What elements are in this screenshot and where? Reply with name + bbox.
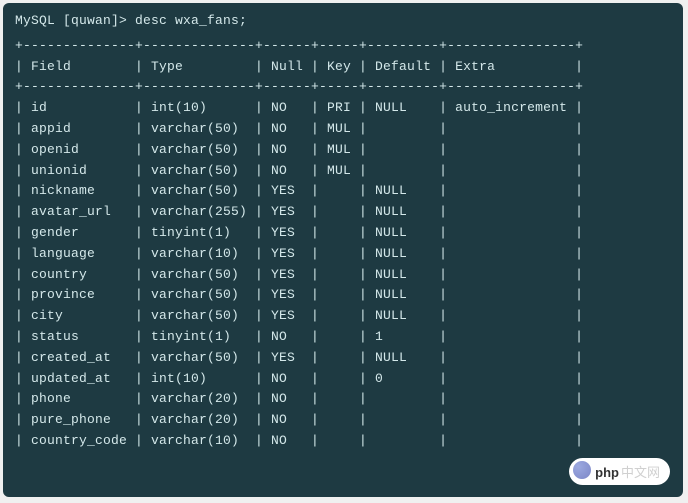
table-row: | status | tinyint(1) | NO | | 1 | | — [15, 327, 671, 348]
table-row: | id | int(10) | NO | PRI | NULL | auto_… — [15, 98, 671, 119]
logo-text: php — [595, 465, 619, 480]
table-row: | updated_at | int(10) | NO | | 0 | | — [15, 369, 671, 390]
table-separator-mid: +--------------+--------------+------+--… — [15, 77, 671, 98]
table-row: | province | varchar(50) | YES | | NULL … — [15, 285, 671, 306]
table-row: | pure_phone | varchar(20) | NO | | | | — [15, 410, 671, 431]
table-row: | openid | varchar(50) | NO | MUL | | | — [15, 140, 671, 161]
table-separator-top: +--------------+--------------+------+--… — [15, 36, 671, 57]
table-row: | unionid | varchar(50) | NO | MUL | | | — [15, 161, 671, 182]
table-row: | city | varchar(50) | YES | | NULL | | — [15, 306, 671, 327]
table-row: | gender | tinyint(1) | YES | | NULL | | — [15, 223, 671, 244]
table-row: | country | varchar(50) | YES | | NULL |… — [15, 265, 671, 286]
prompt-line: MySQL [quwan]> desc wxa_fans; — [15, 11, 671, 32]
table-row: | nickname | varchar(50) | YES | | NULL … — [15, 181, 671, 202]
table-header-row: | Field | Type | Null | Key | Default | … — [15, 57, 671, 78]
logo-cn: 中文网 — [621, 465, 660, 480]
table-row: | phone | varchar(20) | NO | | | | — [15, 389, 671, 410]
table-row: | appid | varchar(50) | NO | MUL | | | — [15, 119, 671, 140]
table-rows: | id | int(10) | NO | PRI | NULL | auto_… — [15, 98, 671, 452]
table-row: | avatar_url | varchar(255) | YES | | NU… — [15, 202, 671, 223]
table-row: | country_code | varchar(10) | NO | | | … — [15, 431, 671, 452]
table-row: | language | varchar(10) | YES | | NULL … — [15, 244, 671, 265]
php-logo: php中文网 — [569, 458, 670, 485]
table-row: | created_at | varchar(50) | YES | | NUL… — [15, 348, 671, 369]
terminal-window[interactable]: MySQL [quwan]> desc wxa_fans; +---------… — [3, 3, 683, 497]
